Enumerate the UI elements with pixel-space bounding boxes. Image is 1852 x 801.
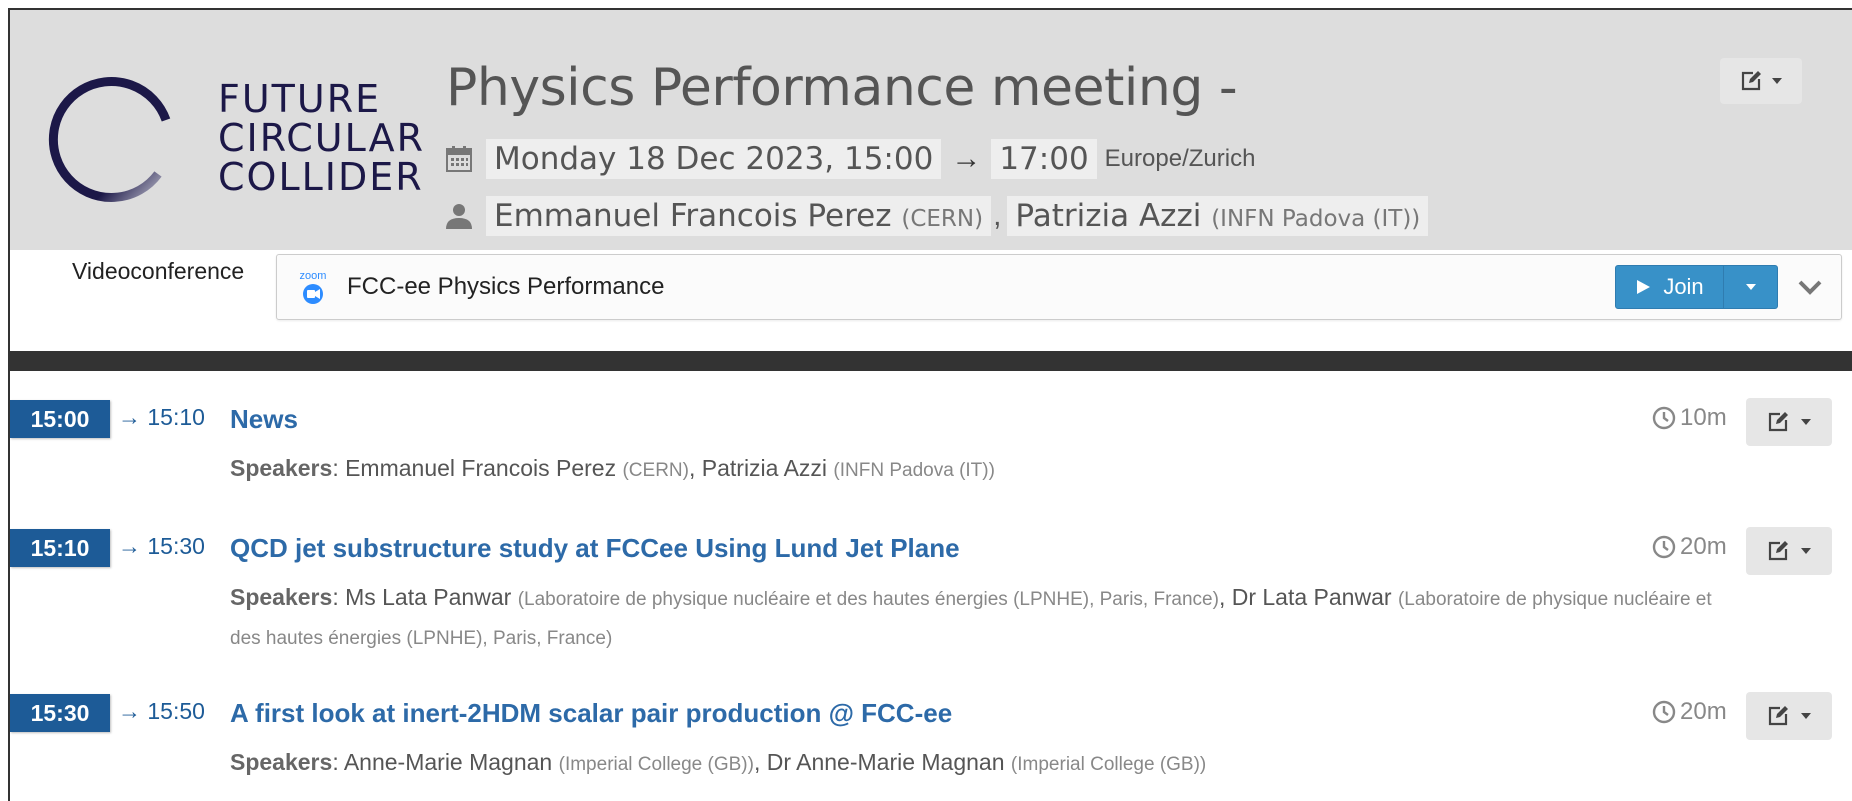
end-time: → 15:10 [118, 404, 205, 430]
start-time-badge: 15:00 [10, 400, 110, 438]
speaker-name[interactable]: Dr Lata Panwar [1232, 584, 1392, 610]
zoom-wordmark: zoom [300, 270, 327, 282]
event-end-time: 17:00 [991, 139, 1097, 179]
contribution-edit-button[interactable] [1746, 692, 1832, 740]
duration: 20m [1652, 698, 1727, 726]
caret-down-icon [1772, 78, 1782, 84]
logo-line: FUTURE [218, 77, 382, 121]
clock-icon [1652, 535, 1676, 559]
event-date-row: Monday 18 Dec 2023, 15:00 → 17:00 Europe… [444, 139, 1256, 179]
duration-value: 20m [1680, 533, 1727, 560]
duration: 20m [1652, 533, 1727, 561]
speaker-name[interactable]: Emmanuel Francois Perez [345, 455, 616, 481]
chair-item[interactable]: Patrizia Azzi (INFN Padova (IT)) [1007, 196, 1429, 236]
chair-item[interactable]: Emmanuel Francois Perez (CERN) [486, 196, 992, 236]
edit-icon [1768, 541, 1788, 561]
zoom-icon: zoom [300, 270, 327, 304]
speaker-name[interactable]: Ms Lata Panwar [345, 584, 511, 610]
caret-down-icon [1745, 284, 1756, 290]
section-divider [10, 351, 1852, 371]
fcc-ring-icon [48, 77, 171, 202]
play-icon [1637, 280, 1651, 294]
videoconference-label: Videoconference [72, 258, 245, 284]
speaker-name[interactable]: Patrizia Azzi [702, 455, 827, 481]
speakers-label: Speakers [230, 455, 333, 481]
speakers-line: Speakers: Emmanuel Francois Perez (CERN)… [230, 455, 995, 481]
chevron-down-icon[interactable] [1797, 273, 1823, 299]
logo-line: CIRCULAR [218, 116, 426, 160]
event-edit-menu-button[interactable] [1720, 58, 1802, 104]
speakers-label: Speakers [230, 749, 333, 775]
chair-affiliation: (CERN) [901, 206, 984, 232]
speaker-name[interactable]: Anne-Marie Magnan [344, 749, 552, 775]
clock-icon [1652, 406, 1676, 430]
caret-down-icon [1801, 713, 1811, 719]
videoconference-room-name: FCC-ee Physics Performance [347, 273, 665, 300]
calendar-icon [446, 146, 472, 172]
start-time-badge: 15:30 [10, 694, 110, 732]
contribution-edit-button[interactable] [1746, 527, 1832, 575]
contribution-title[interactable]: A first look at inert-2HDM scalar pair p… [230, 698, 952, 729]
chair-affiliation: (INFN Padova (IT)) [1211, 206, 1421, 232]
fcc-logo: FUTURE CIRCULAR COLLIDER [38, 62, 428, 212]
logo-line: COLLIDER [218, 155, 424, 199]
speaker-affiliation: (Imperial College (GB)) [1010, 754, 1207, 775]
chair-name: Patrizia Azzi [1015, 198, 1202, 234]
person-icon [446, 204, 472, 229]
logo-text: FUTURE CIRCULAR COLLIDER [218, 80, 425, 197]
edit-icon [1768, 412, 1788, 432]
event-chairs: Emmanuel Francois Perez (CERN) , Patrizi… [444, 196, 1429, 236]
start-time-badge: 15:10 [10, 529, 110, 567]
edit-icon [1741, 71, 1761, 91]
date-arrow: → [951, 142, 982, 175]
join-button[interactable]: Join [1616, 266, 1724, 308]
event-header: FUTURE CIRCULAR COLLIDER Physics Perform… [10, 10, 1852, 250]
videoconference-room: zoom FCC-ee Physics Performance Join [276, 254, 1842, 320]
speaker-affiliation: (CERN) [622, 460, 689, 481]
contribution-title[interactable]: News [230, 404, 298, 435]
join-button-group: Join [1615, 265, 1778, 309]
caret-down-icon [1801, 419, 1811, 425]
speaker-affiliation: (Laboratoire de physique nucléaire et de… [517, 589, 1219, 610]
duration-value: 20m [1680, 698, 1727, 725]
duration: 10m [1652, 404, 1727, 432]
edit-icon [1768, 706, 1788, 726]
clock-icon [1652, 700, 1676, 724]
join-label: Join [1663, 274, 1704, 299]
chair-name: Emmanuel Francois Perez [494, 198, 892, 234]
speakers-line: Speakers: Ms Lata Panwar (Laboratoire de… [230, 584, 1712, 649]
join-options-button[interactable] [1724, 266, 1777, 308]
end-time: → 15:30 [118, 533, 205, 559]
chair-separator: , [993, 199, 1002, 232]
speakers-line: Speakers: Anne-Marie Magnan (Imperial Co… [230, 749, 1207, 775]
event-title: Physics Performance meeting - [446, 58, 1238, 118]
speaker-affiliation: (Imperial College (GB)) [558, 754, 754, 775]
speaker-affiliation: (INFN Padova (IT)) [833, 460, 995, 481]
speakers-label: Speakers [230, 584, 333, 610]
end-time: → 15:50 [118, 698, 205, 724]
event-start-date: Monday 18 Dec 2023, 15:00 [486, 139, 942, 179]
caret-down-icon [1801, 548, 1811, 554]
contribution-title[interactable]: QCD jet substructure study at FCCee Usin… [230, 533, 960, 564]
speaker-name[interactable]: Dr Anne-Marie Magnan [767, 749, 1005, 775]
duration-value: 10m [1680, 404, 1727, 431]
contribution-edit-button[interactable] [1746, 398, 1832, 446]
event-timezone: Europe/Zurich [1104, 145, 1256, 172]
